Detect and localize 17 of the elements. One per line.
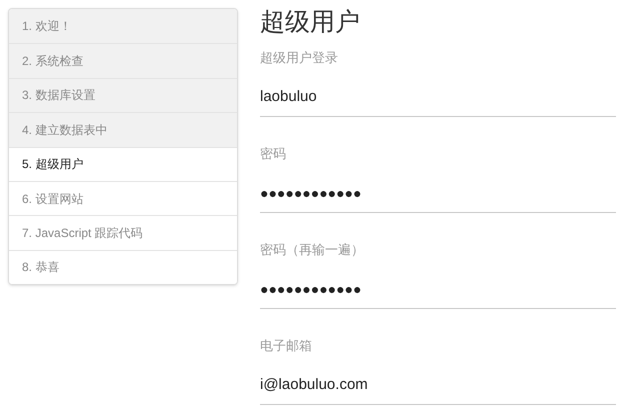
- input-field[interactable]: laobuluo: [260, 79, 616, 117]
- step-item[interactable]: 5. 超级用户: [9, 146, 237, 181]
- step-item[interactable]: 4. 建立数据表中: [9, 112, 237, 147]
- step-item[interactable]: 7. JavaScript 跟踪代码: [9, 215, 237, 250]
- step-item[interactable]: 2. 系统检查: [9, 43, 237, 78]
- step-item[interactable]: 1. 欢迎！: [9, 9, 237, 44]
- input-field[interactable]: i@laobuluo.com: [260, 367, 616, 405]
- field-label: 超级用户登录: [260, 49, 339, 67]
- password-field[interactable]: ●●●●●●●●●●●●: [260, 271, 616, 309]
- step-item[interactable]: 8. 恭喜: [9, 250, 237, 284]
- field-label: 密码: [260, 145, 287, 163]
- step-item[interactable]: 3. 数据库设置: [9, 78, 237, 112]
- step-item[interactable]: 6. 设置网站: [9, 180, 237, 216]
- field-label: 电子邮箱: [260, 337, 313, 355]
- field-label: 密码（再输一遍）: [260, 241, 365, 259]
- page-heading: 超级用户: [260, 7, 361, 37]
- password-field[interactable]: ●●●●●●●●●●●●: [260, 175, 616, 213]
